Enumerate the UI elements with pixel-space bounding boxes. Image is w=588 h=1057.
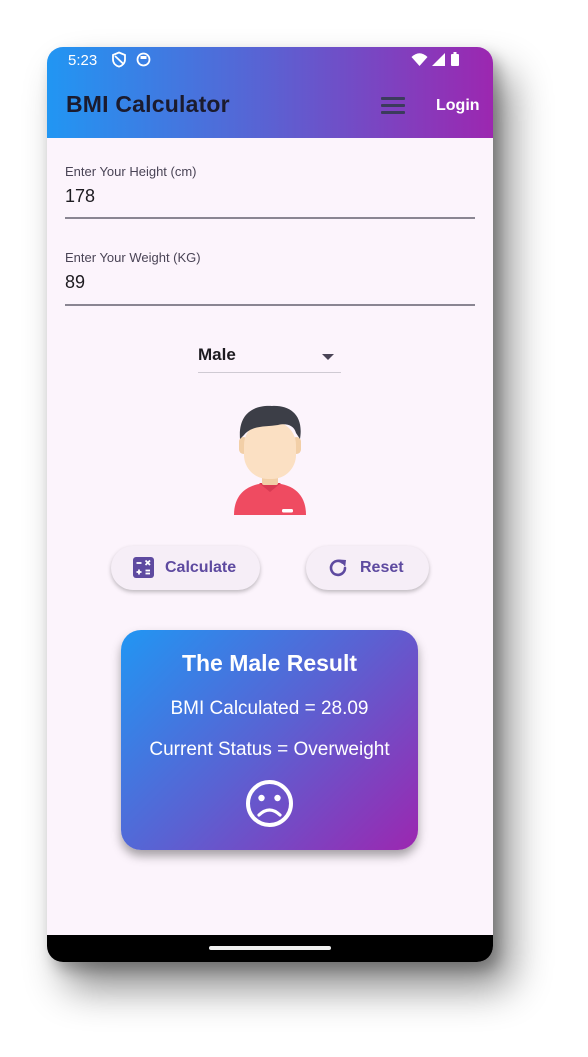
cellular-signal-icon — [432, 53, 445, 66]
calculate-button[interactable]: Calculate — [111, 546, 260, 590]
height-field[interactable]: Enter Your Height (cm) 178 — [65, 164, 475, 207]
calculator-icon — [133, 557, 154, 578]
height-input[interactable]: 178 — [65, 186, 475, 207]
weight-field-label: Enter Your Weight (KG) — [65, 250, 201, 265]
shield-icon — [112, 51, 126, 68]
system-navigation-bar — [47, 935, 493, 962]
weight-input[interactable]: 89 — [65, 272, 475, 293]
weight-field[interactable]: Enter Your Weight (KG) 89 — [65, 250, 475, 293]
sad-face-icon — [246, 780, 293, 827]
reset-button[interactable]: Reset — [306, 546, 429, 590]
reset-button-label: Reset — [360, 559, 404, 576]
battery-icon — [451, 52, 459, 66]
gender-selected-value: Male — [198, 345, 236, 364]
status-time: 5:23 — [68, 52, 98, 69]
app-title: BMI Calculator — [66, 91, 230, 117]
bmi-status: Current Status = Overweight — [149, 739, 390, 760]
result-title: The Male Result — [181, 650, 358, 676]
phone-screen: 5:23 BMI Calculator Login Enter Your Hei… — [47, 47, 493, 962]
dropdown-arrow-icon — [322, 354, 334, 360]
calculate-button-label: Calculate — [165, 559, 237, 576]
gender-dropdown-underline — [198, 372, 341, 373]
height-field-underline — [65, 217, 475, 219]
height-field-label: Enter Your Height (cm) — [65, 164, 197, 179]
app-bar: 5:23 BMI Calculator Login — [47, 47, 493, 138]
weight-field-underline — [65, 304, 475, 306]
login-button[interactable]: Login — [436, 97, 480, 115]
home-gesture-handle[interactable] — [209, 946, 331, 950]
wifi-icon — [411, 53, 428, 66]
male-avatar-icon — [234, 405, 306, 515]
refresh-icon — [329, 559, 347, 577]
bmi-value: BMI Calculated = 28.09 — [170, 698, 369, 719]
menu-icon[interactable] — [381, 97, 405, 115]
result-card: The Male Result BMI Calculated = 28.09 C… — [121, 630, 418, 850]
sim-icon — [136, 52, 151, 67]
gender-dropdown[interactable]: Male — [198, 343, 341, 373]
